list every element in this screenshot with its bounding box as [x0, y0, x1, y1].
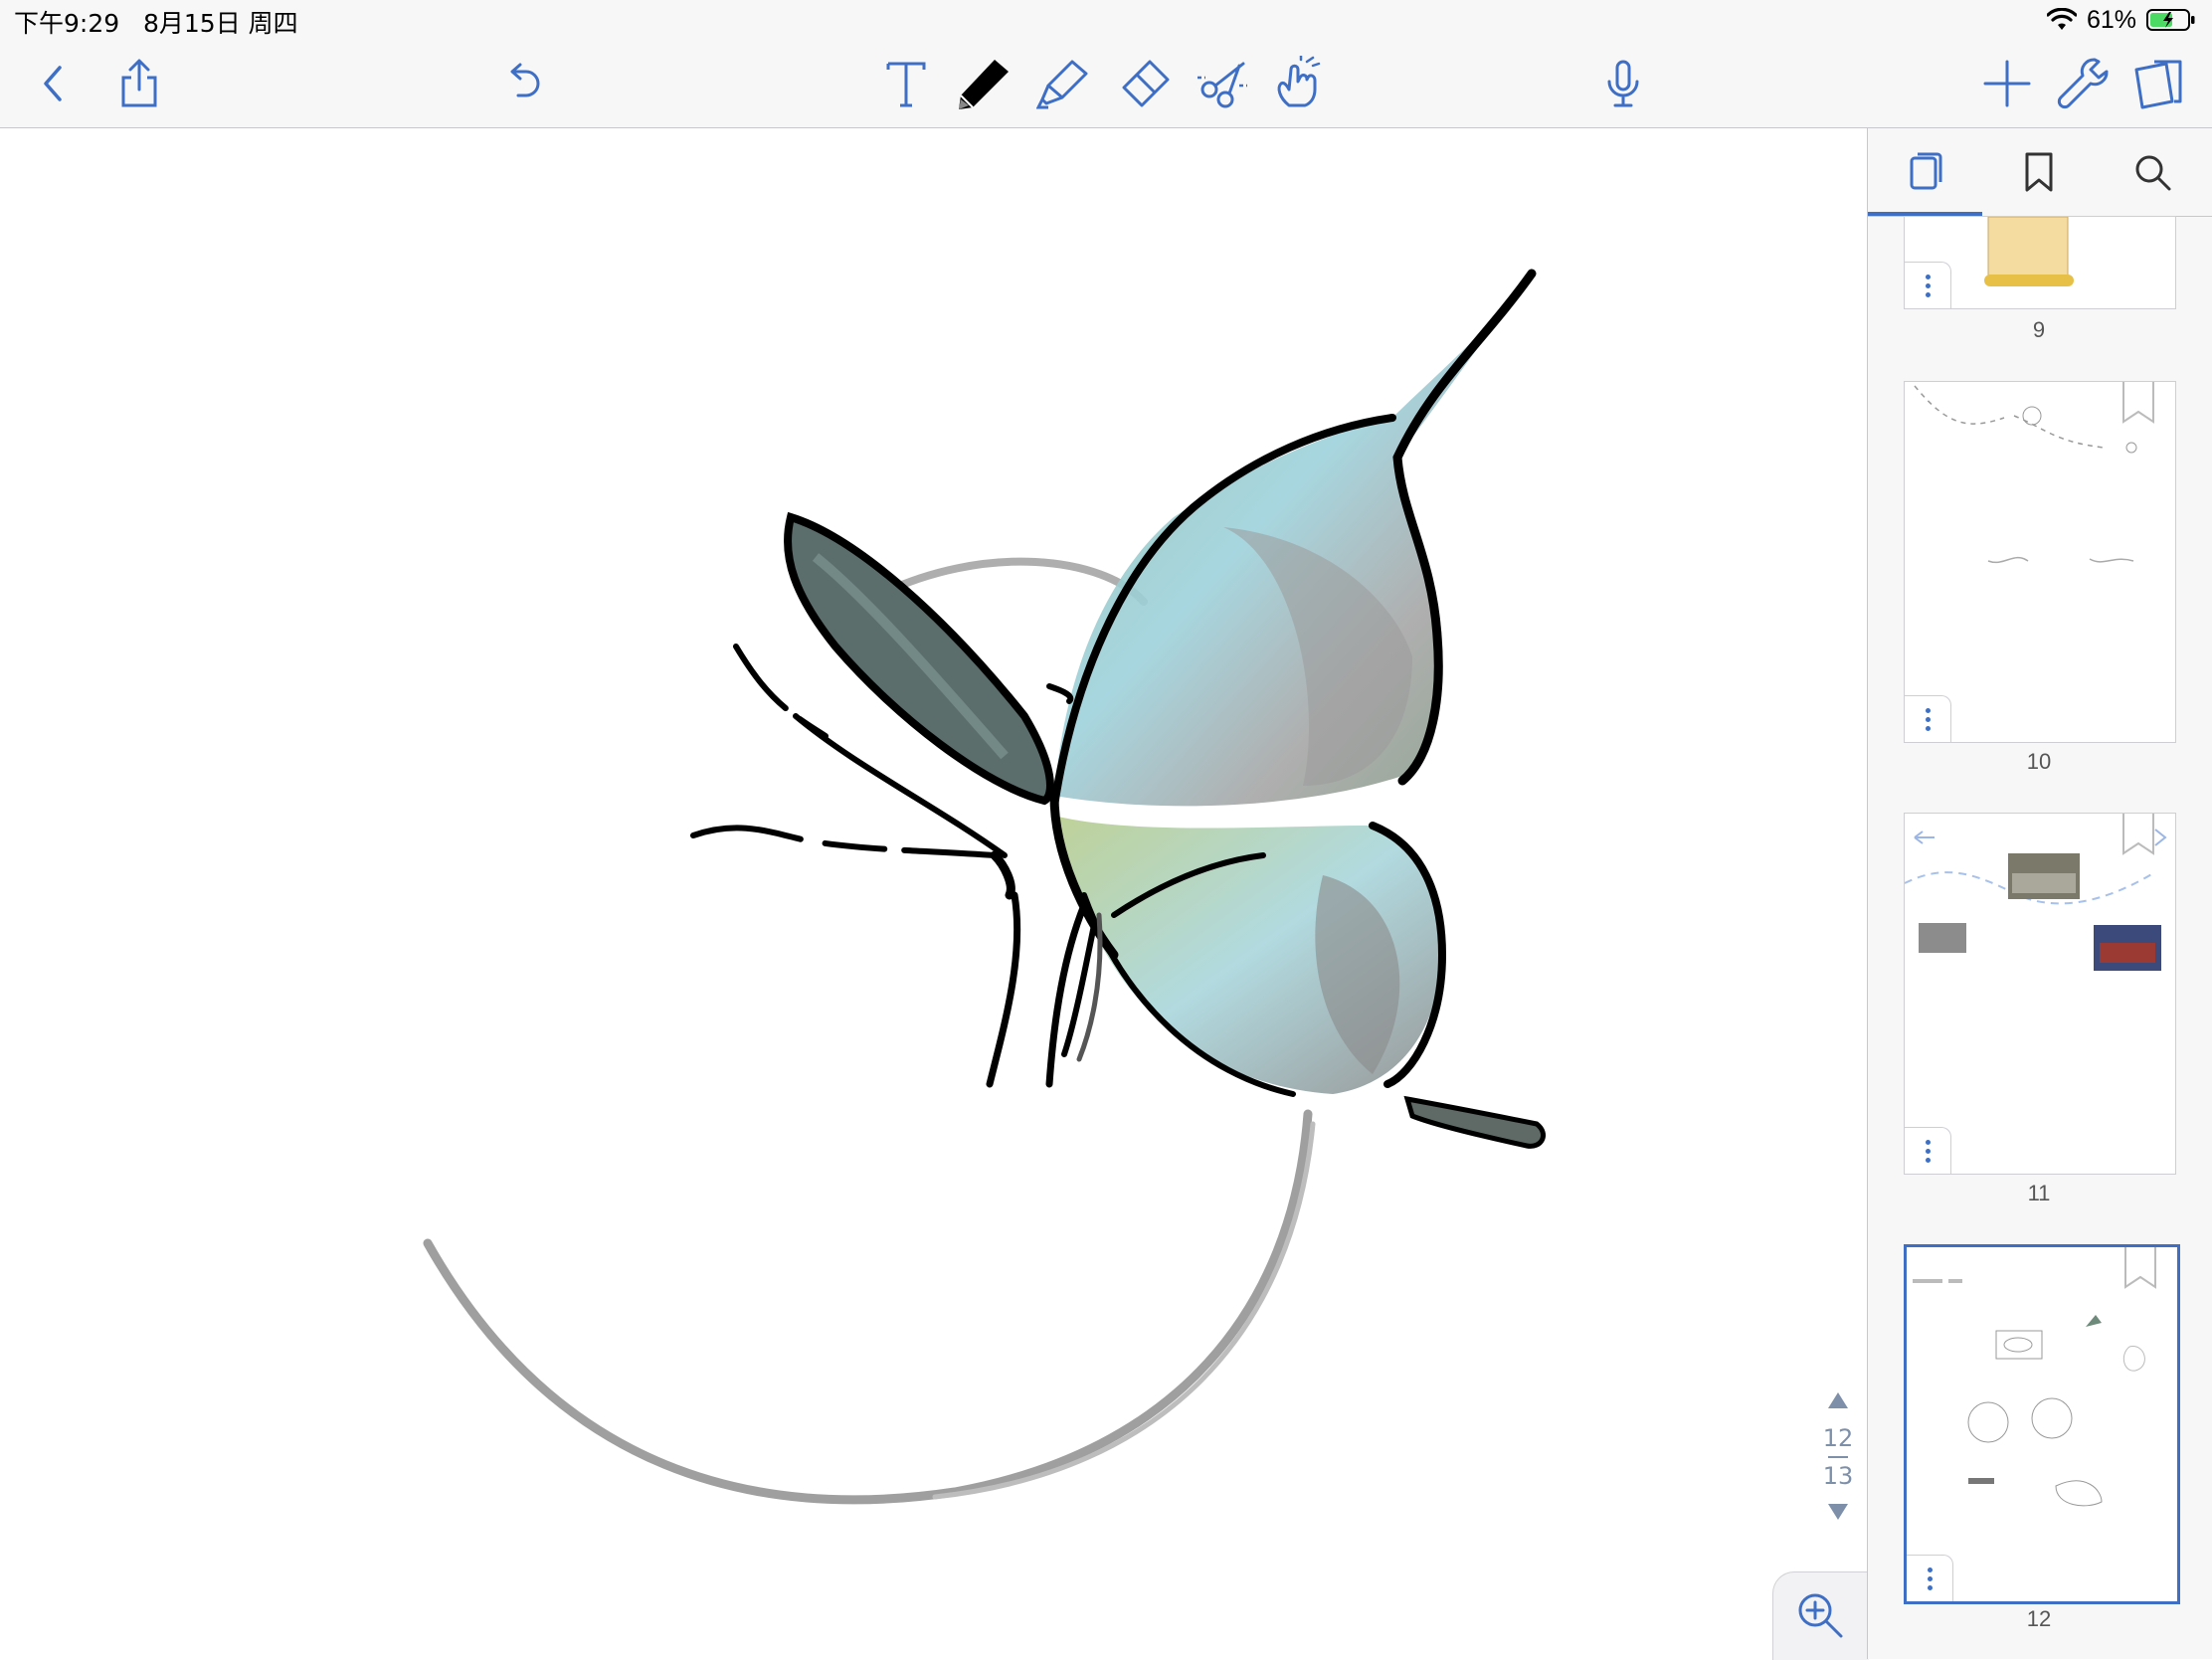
total-page-number: 13: [1822, 1462, 1854, 1490]
bookmark-ribbon-icon: [2122, 382, 2154, 424]
add-button[interactable]: [1977, 54, 2037, 113]
lasso-button[interactable]: [1194, 54, 1253, 113]
page-divider: [1828, 1456, 1848, 1458]
hand-tool-button[interactable]: [1269, 54, 1329, 113]
page-label-9: 9: [2032, 317, 2046, 342]
previous-page-icon[interactable]: [1826, 1390, 1850, 1410]
thumbnail-12-content: [1913, 1279, 2145, 1507]
text-tool-icon: [886, 62, 926, 107]
bookmark-ribbon-icon: [2122, 814, 2154, 855]
undo-button[interactable]: [494, 54, 554, 113]
highlighter-icon: [1036, 60, 1088, 109]
tab-bookmarks[interactable]: [2009, 144, 2069, 200]
share-button[interactable]: [109, 54, 169, 113]
hand-pointer-icon: [1277, 56, 1321, 107]
pen-tool-icon: [959, 60, 1009, 109]
current-page-number: 12: [1822, 1424, 1854, 1452]
lasso-scissors-icon: [1198, 62, 1247, 108]
sidebar-tabs: [1868, 128, 2212, 217]
thumbnail-11-content: [1905, 829, 2167, 971]
pages-button[interactable]: [2128, 54, 2188, 113]
wrench-icon: [2057, 58, 2109, 109]
bookmark-ribbon-icon: [2124, 1247, 2156, 1289]
pen-tool-button[interactable]: [953, 54, 1013, 113]
date-text: 8月15日 周四: [142, 9, 298, 38]
wifi-icon: [2046, 8, 2077, 30]
bookmark-icon: [2025, 152, 2053, 192]
page-menu-button[interactable]: [1905, 695, 1951, 742]
page-thumbnail-11[interactable]: [1904, 813, 2176, 1175]
highlighter-button[interactable]: [1034, 54, 1094, 113]
zoom-in-icon: [1798, 1593, 1843, 1638]
eraser-button[interactable]: [1114, 54, 1174, 113]
page-thumbnail-10[interactable]: [1904, 381, 2176, 743]
share-icon: [121, 59, 157, 107]
settings-button[interactable]: [2053, 54, 2113, 113]
page-menu-button[interactable]: [1907, 1555, 1953, 1601]
zoom-button[interactable]: [1772, 1571, 1869, 1660]
microphone-icon: [1607, 60, 1639, 107]
toolbar: [0, 40, 2212, 128]
drawing-canvas[interactable]: [0, 128, 1867, 1659]
time-text: 下午9:29: [14, 9, 120, 38]
status-bar: 下午9:29 8月15日 周四 61%: [0, 0, 2212, 40]
tab-thumbnails[interactable]: [1896, 144, 1955, 200]
eraser-icon: [1122, 60, 1170, 107]
thumbnails-icon: [1910, 152, 1942, 190]
status-right: 61%: [2046, 4, 2196, 36]
butterfly-drawing: [423, 269, 1546, 1505]
status-time: 下午9:29 8月15日 周四: [14, 4, 298, 40]
page-label-10: 10: [2026, 749, 2052, 774]
back-button[interactable]: [24, 54, 84, 113]
next-page-icon[interactable]: [1826, 1502, 1850, 1522]
add-icon: [1983, 60, 2031, 107]
page-label-11: 11: [2027, 1181, 2051, 1205]
text-tool-button[interactable]: [876, 54, 936, 113]
page-thumbnail-9[interactable]: [1904, 216, 2176, 309]
page-navigator: 12 13: [1816, 1390, 1860, 1526]
tab-search[interactable]: [2122, 144, 2182, 200]
pages-icon: [2134, 60, 2182, 109]
page-thumbnail-12[interactable]: [1904, 1244, 2180, 1604]
undo-icon: [510, 63, 540, 97]
microphone-button[interactable]: [1593, 54, 1653, 113]
page-sidebar: 9 10 11 12: [1867, 128, 2212, 1659]
thumbnail-10-content: [1914, 385, 2137, 564]
page-menu-button[interactable]: [1905, 1127, 1951, 1174]
back-icon: [44, 66, 62, 101]
battery-percent: 61%: [2086, 5, 2136, 34]
battery-icon: [2146, 9, 2195, 31]
search-icon: [2135, 155, 2171, 191]
page-menu-button[interactable]: [1905, 262, 1951, 308]
page-label-12: 12: [2026, 1606, 2052, 1631]
